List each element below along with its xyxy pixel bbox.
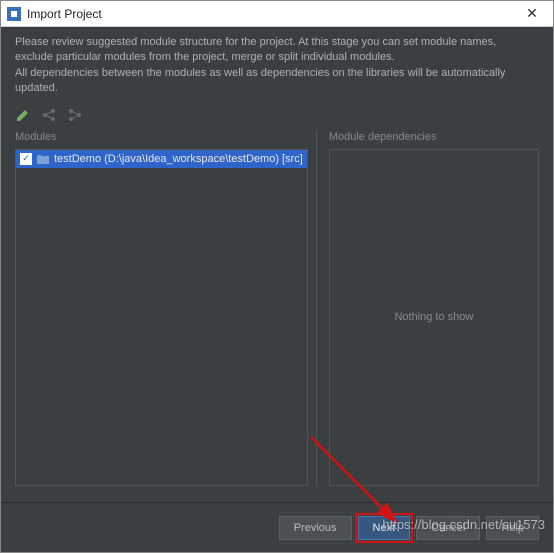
module-row[interactable]: ✓ testDemo (D:\java\Idea_workspace\testD… bbox=[16, 150, 307, 168]
app-icon bbox=[7, 7, 21, 21]
edit-icon[interactable] bbox=[15, 107, 31, 123]
folder-icon bbox=[36, 152, 50, 166]
dependencies-list: Nothing to show bbox=[329, 149, 539, 486]
instruction-line: Please review suggested module structure… bbox=[15, 35, 539, 50]
toolbar bbox=[1, 101, 553, 131]
instruction-line: All dependencies between the modules as … bbox=[15, 66, 539, 97]
modules-list[interactable]: ✓ testDemo (D:\java\Idea_workspace\testD… bbox=[15, 149, 308, 486]
next-button[interactable]: Next bbox=[358, 516, 411, 540]
cancel-button[interactable]: Cancel bbox=[416, 516, 480, 540]
modules-pane: Modules ✓ testDemo (D:\java\Idea_workspa… bbox=[15, 131, 317, 486]
previous-button[interactable]: Previous bbox=[279, 516, 352, 540]
content-area: Please review suggested module structure… bbox=[1, 27, 553, 552]
instructions-text: Please review suggested module structure… bbox=[1, 27, 553, 101]
panes-container: Modules ✓ testDemo (D:\java\Idea_workspa… bbox=[1, 131, 553, 486]
footer: Previous Next Cancel Help bbox=[1, 502, 553, 552]
close-button[interactable]: ✕ bbox=[517, 3, 547, 25]
dependencies-header: Module dependencies bbox=[329, 131, 539, 149]
module-checkbox[interactable]: ✓ bbox=[20, 153, 32, 165]
empty-text: Nothing to show bbox=[394, 311, 473, 323]
import-project-window: Import Project ✕ Please review suggested… bbox=[0, 0, 554, 553]
merge-icon[interactable] bbox=[67, 107, 83, 123]
instruction-line: exclude particular modules from the proj… bbox=[15, 50, 539, 65]
window-title: Import Project bbox=[27, 7, 517, 21]
titlebar: Import Project ✕ bbox=[1, 1, 553, 27]
module-label: testDemo (D:\java\Idea_workspace\testDem… bbox=[54, 153, 303, 165]
dependencies-pane: Module dependencies Nothing to show bbox=[317, 131, 539, 486]
split-icon[interactable] bbox=[41, 107, 57, 123]
help-button[interactable]: Help bbox=[486, 516, 539, 540]
modules-header: Modules bbox=[15, 131, 308, 149]
